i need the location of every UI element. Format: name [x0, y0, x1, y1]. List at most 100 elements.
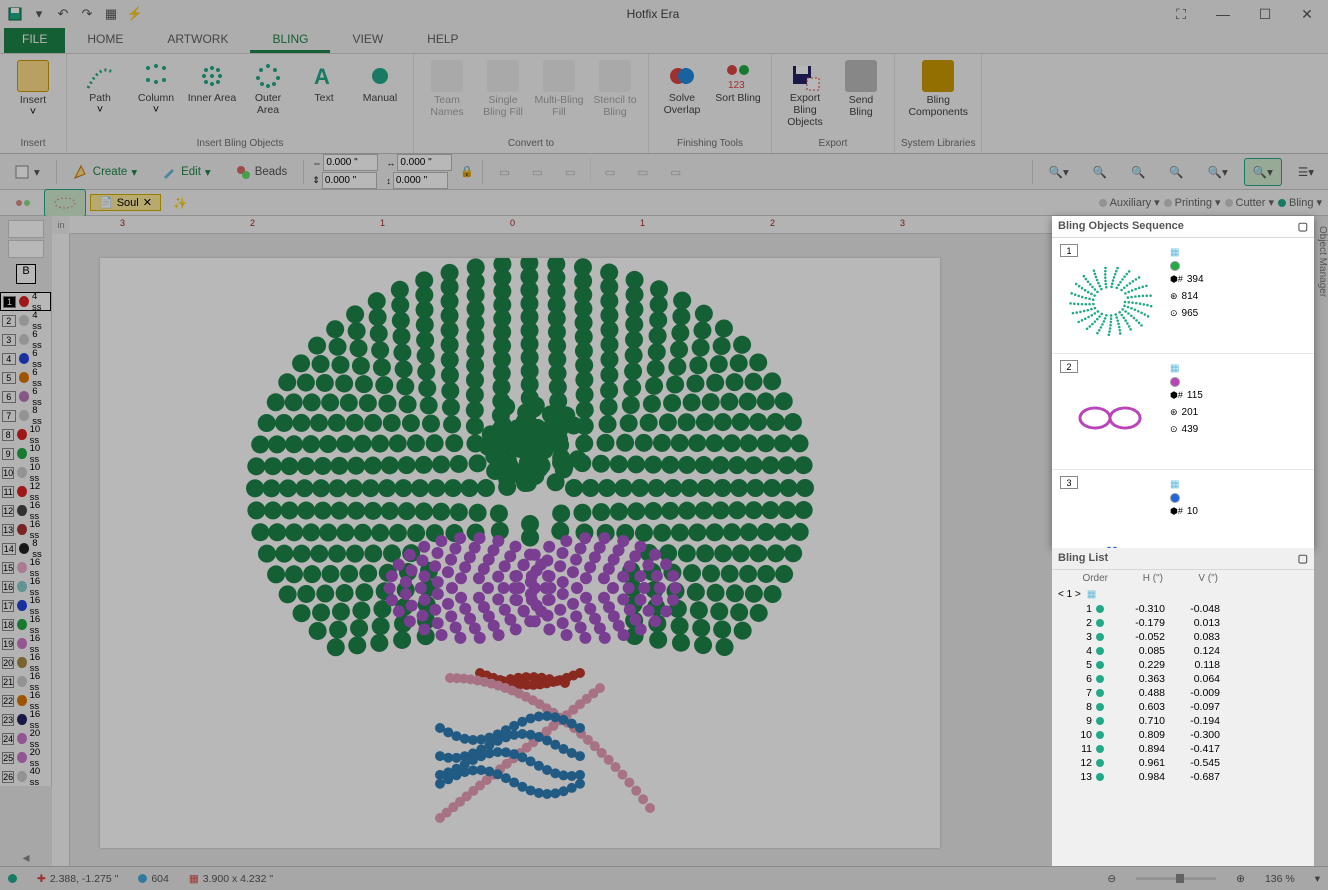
bead-row[interactable]: 78 ss — [0, 406, 51, 425]
bead-row[interactable]: 810 ss — [0, 425, 51, 444]
insert-button[interactable]: Insert˅ — [6, 58, 60, 136]
collapse-icon[interactable]: ◂ — [22, 849, 29, 866]
path-button[interactable]: Path˅ — [73, 58, 127, 136]
w-input[interactable] — [397, 154, 452, 171]
tab-home[interactable]: HOME — [65, 28, 145, 53]
dropdown-icon[interactable]: ▾ — [28, 3, 50, 25]
minimize-icon[interactable]: — — [1202, 0, 1244, 28]
zoom-level[interactable]: 136 % — [1265, 873, 1295, 885]
bead-row[interactable]: 1516 ss — [0, 558, 51, 577]
bead-row[interactable]: 1616 ss — [0, 577, 51, 596]
bead-row[interactable]: 2016 ss — [0, 653, 51, 672]
doc-dropdown[interactable]: ▾ — [6, 158, 48, 186]
tab-view[interactable]: VIEW — [330, 28, 405, 53]
list-tool[interactable]: ☰▾ — [1290, 158, 1322, 186]
list-row[interactable]: 40.0850.124 — [1052, 644, 1314, 658]
close-tab-icon[interactable]: ✕ — [143, 196, 152, 209]
side-tab[interactable]: Object Manager — [1317, 222, 1328, 860]
zoom-in-button[interactable]: ⊕ — [1236, 873, 1245, 885]
bead-row[interactable]: 2116 ss — [0, 672, 51, 691]
mode-icon-1[interactable] — [8, 220, 44, 238]
list-row[interactable]: 90.710-0.194 — [1052, 714, 1314, 728]
bead-row[interactable]: 46 ss — [0, 349, 51, 368]
h-input[interactable] — [393, 172, 448, 189]
list-group[interactable]: < 1 > — [1058, 589, 1081, 600]
bead-row[interactable]: 1816 ss — [0, 615, 51, 634]
bead-row[interactable]: 1916 ss — [0, 634, 51, 653]
zoom-tool-1[interactable]: 🔍▾ — [1041, 158, 1077, 186]
zoom-tool-6[interactable]: 🔍▾ — [1244, 158, 1282, 186]
bead-row[interactable]: 2216 ss — [0, 691, 51, 710]
text-button[interactable]: AText — [297, 58, 351, 136]
close-icon[interactable]: ✕ — [1286, 0, 1328, 28]
list-row[interactable]: 80.603-0.097 — [1052, 700, 1314, 714]
list-row[interactable]: 100.809-0.300 — [1052, 728, 1314, 742]
undo-icon[interactable]: ↶ — [52, 3, 74, 25]
send-bling-button[interactable]: Send Bling — [834, 58, 888, 136]
bead-row[interactable]: 2640 ss — [0, 767, 51, 786]
bead-row[interactable]: 36 ss — [0, 330, 51, 349]
bead-row[interactable]: 2420 ss — [0, 729, 51, 748]
list-row[interactable]: 70.488-0.009 — [1052, 686, 1314, 700]
new-doc-icon[interactable]: ✨ — [165, 189, 195, 217]
bling-toggle[interactable]: Bling▾ — [1278, 196, 1322, 209]
edit-button[interactable]: Edit▾ — [153, 158, 219, 186]
view-mode-2[interactable] — [44, 189, 86, 217]
fullscreen-icon[interactable]: ⛶ — [1160, 0, 1202, 28]
redo-icon[interactable]: ↷ — [76, 3, 98, 25]
zoom-out-button[interactable]: ⊖ — [1107, 873, 1116, 885]
list-row[interactable]: 110.894-0.417 — [1052, 742, 1314, 756]
bead-row[interactable]: 24 ss — [0, 311, 51, 330]
bead-row[interactable]: 56 ss — [0, 368, 51, 387]
bead-row[interactable]: 1010 ss — [0, 463, 51, 482]
zoom-tool-3[interactable]: 🔍 — [1123, 158, 1153, 186]
inner-area-button[interactable]: Inner Area — [185, 58, 239, 136]
manual-button[interactable]: Manual — [353, 58, 407, 136]
tab-bling[interactable]: BLING — [250, 28, 330, 53]
sort-bling-button[interactable]: 123Sort Bling — [711, 58, 765, 136]
bead-row[interactable]: 2520 ss — [0, 748, 51, 767]
tab-help[interactable]: HELP — [405, 28, 480, 53]
list-row[interactable]: 1-0.310-0.048 — [1052, 602, 1314, 616]
document-tab[interactable]: 📄Soul✕ — [90, 194, 161, 211]
bead-row[interactable]: 148 ss — [0, 539, 51, 558]
bead-row[interactable]: 1716 ss — [0, 596, 51, 615]
bead-row[interactable]: 14 ss — [0, 292, 51, 311]
sequence-item[interactable]: 1 ▦ ⬢# 394 ⊛ 814 ⊙ 965 — [1052, 238, 1314, 354]
panel-pin-icon-2[interactable]: ▢ — [1298, 552, 1308, 565]
view-mode-1[interactable] — [6, 189, 40, 217]
tab-artwork[interactable]: ARTWORK — [145, 28, 250, 53]
sequence-item[interactable]: 2 ▦ ⬢# 115 ⊛ 201 ⊙ 439 — [1052, 354, 1314, 470]
save-icon[interactable] — [4, 3, 26, 25]
column-button[interactable]: Column˅ — [129, 58, 183, 136]
bolt-icon[interactable]: ⚡ — [124, 3, 146, 25]
list-row[interactable]: 130.984-0.687 — [1052, 770, 1314, 784]
list-row[interactable]: 120.961-0.545 — [1052, 756, 1314, 770]
cutter-toggle[interactable]: Cutter▾ — [1225, 196, 1275, 209]
list-row[interactable]: 2-0.1790.013 — [1052, 616, 1314, 630]
bead-row[interactable]: 1216 ss — [0, 501, 51, 520]
export-objects-button[interactable]: Export Bling Objects — [778, 58, 832, 136]
bead-row[interactable]: 910 ss — [0, 444, 51, 463]
bling-components-button[interactable]: Bling Components — [911, 58, 965, 136]
bead-row[interactable]: 1316 ss — [0, 520, 51, 539]
zoom-tool-5[interactable]: 🔍▾ — [1200, 158, 1236, 186]
zoom-tool-2[interactable]: 🔍 — [1085, 158, 1115, 186]
mode-icon-2[interactable] — [8, 240, 44, 258]
auxiliary-toggle[interactable]: Auxiliary▾ — [1099, 196, 1160, 209]
bead-row[interactable]: 66 ss — [0, 387, 51, 406]
list-row[interactable]: 3-0.0520.083 — [1052, 630, 1314, 644]
create-button[interactable]: Create▾ — [65, 158, 145, 186]
bead-row[interactable]: 1112 ss — [0, 482, 51, 501]
tab-file[interactable]: FILE — [4, 28, 65, 53]
zoom-tool-4[interactable]: 🔍 — [1161, 158, 1191, 186]
bead-row[interactable]: 2316 ss — [0, 710, 51, 729]
solve-overlap-button[interactable]: Solve Overlap — [655, 58, 709, 136]
bold-toggle[interactable]: B — [16, 264, 36, 284]
beads-button[interactable]: Beads — [227, 158, 296, 186]
y-input[interactable] — [322, 172, 377, 189]
list-row[interactable]: 50.2290.118 — [1052, 658, 1314, 672]
layers-icon[interactable]: ▦ — [100, 3, 122, 25]
printing-toggle[interactable]: Printing▾ — [1164, 196, 1221, 209]
panel-pin-icon[interactable]: ▢ — [1298, 220, 1308, 233]
